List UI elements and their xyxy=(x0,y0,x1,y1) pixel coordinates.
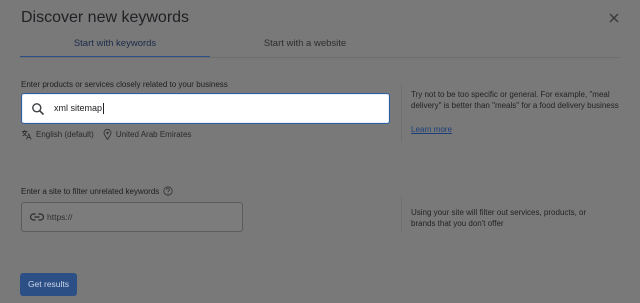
tab-start-with-website[interactable]: Start with a website xyxy=(210,34,400,58)
site-filter-input[interactable] xyxy=(46,203,236,231)
search-icon xyxy=(32,103,45,116)
keywords-input[interactable]: xml sitemap xyxy=(21,93,390,124)
help-icon[interactable] xyxy=(163,186,173,196)
site-filter-field xyxy=(21,202,243,232)
language-selector[interactable]: English (default) xyxy=(21,129,94,140)
targeting-row: English (default) United Arab Emirates xyxy=(21,128,200,140)
dialog-title: Discover new keywords xyxy=(21,9,190,26)
site-filter-label-row: Enter a site to filter unrelated keyword… xyxy=(21,185,173,197)
link-icon xyxy=(30,213,44,221)
keywords-tip-divider xyxy=(401,84,402,142)
site-filter-tip: Using your site will filter out services… xyxy=(411,208,587,228)
discover-keywords-dialog: Discover new keywords Start with keyword… xyxy=(0,0,640,303)
keywords-label: Enter products or services closely relat… xyxy=(21,80,228,89)
site-tip-divider xyxy=(401,196,402,232)
tabs-divider xyxy=(20,57,620,58)
tab-bar: Start with keywords Start with a website xyxy=(20,34,400,58)
keywords-input-value: xml sitemap xyxy=(54,103,105,115)
site-filter-label: Enter a site to filter unrelated keyword… xyxy=(21,186,160,196)
keywords-tip: Try not to be too specific or general. F… xyxy=(411,90,619,110)
language-value: English (default) xyxy=(36,129,94,139)
translate-icon xyxy=(22,129,32,140)
location-value: United Arab Emirates xyxy=(115,129,192,139)
close-icon xyxy=(609,13,619,23)
location-pin-icon xyxy=(103,128,112,140)
tab-start-with-keywords[interactable]: Start with keywords xyxy=(20,34,210,58)
get-results-button[interactable]: Get results xyxy=(20,273,77,296)
close-button[interactable] xyxy=(604,8,624,28)
learn-more-link[interactable]: Learn more xyxy=(411,125,452,134)
location-selector[interactable]: United Arab Emirates xyxy=(103,128,192,140)
